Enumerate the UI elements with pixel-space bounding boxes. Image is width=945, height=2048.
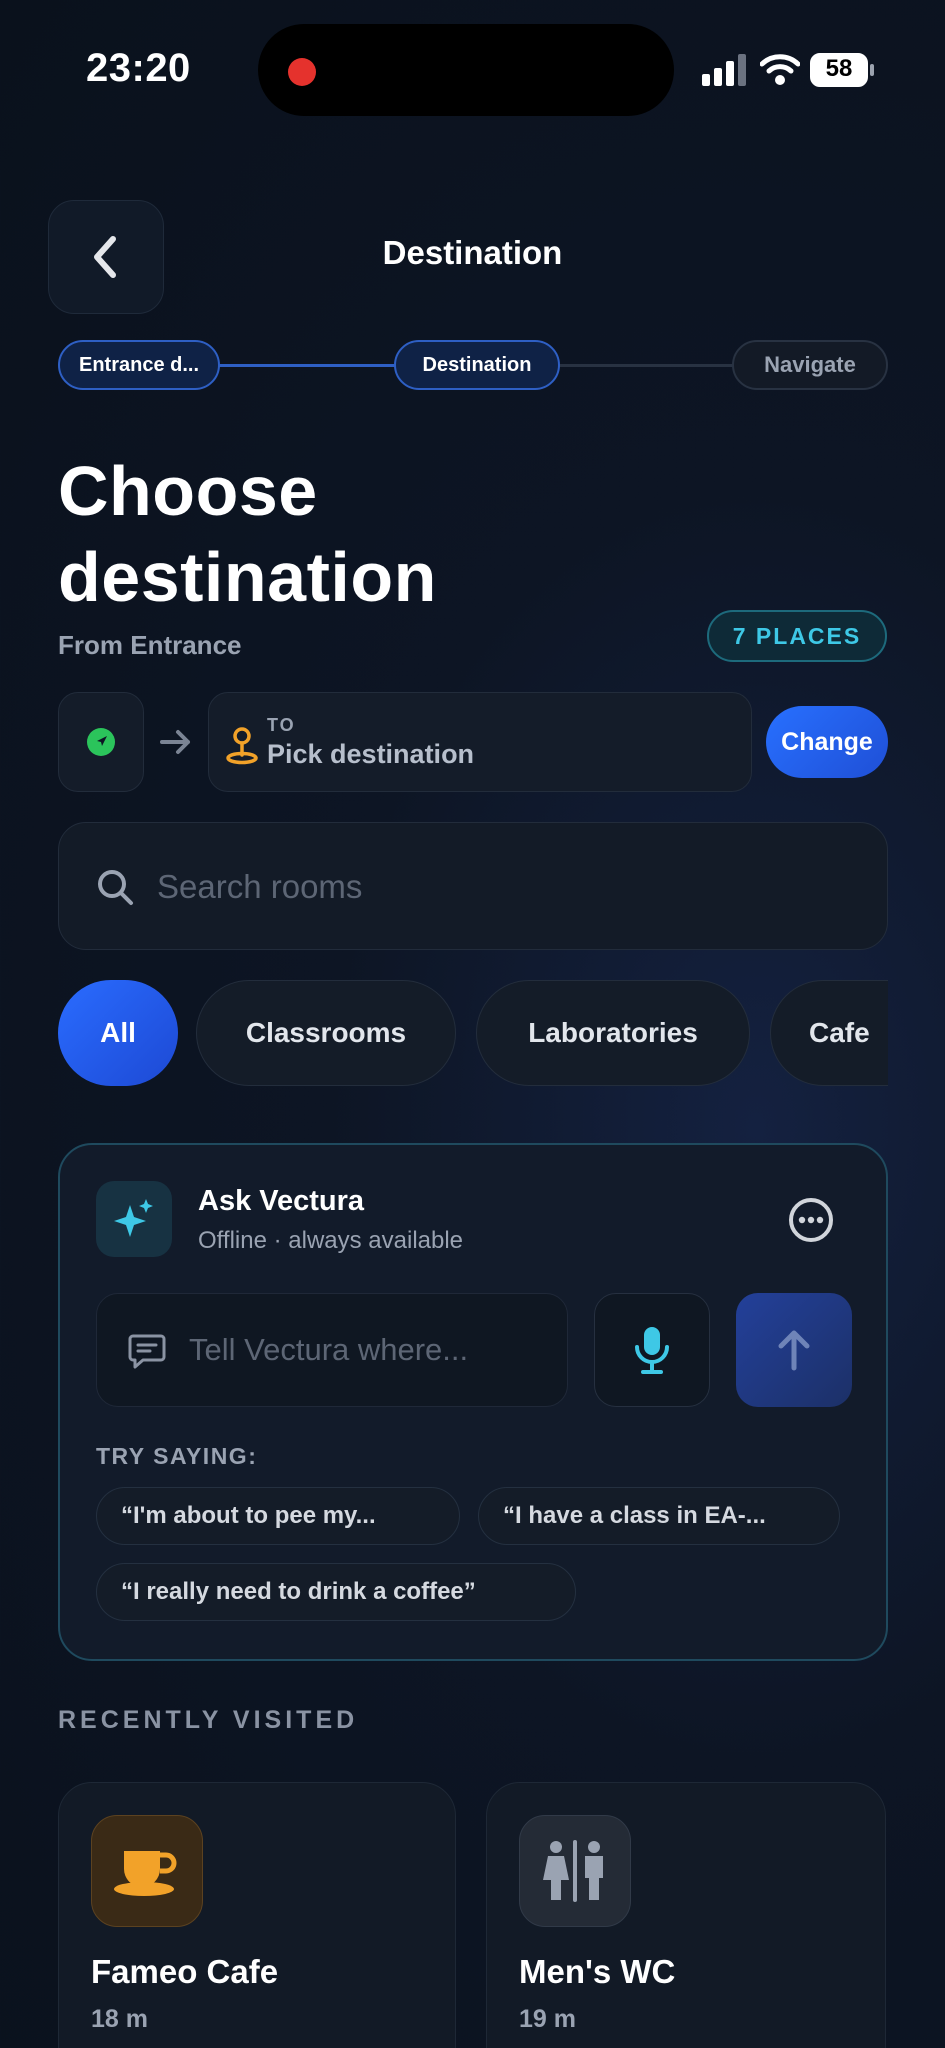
map-pin-icon	[226, 727, 258, 765]
recently-visited-label: RECENTLY VISITED	[58, 1706, 359, 1734]
to-label: TO	[267, 715, 296, 735]
recent-card-distance: 18 m	[91, 2005, 148, 2033]
search-icon	[98, 870, 133, 905]
microphone-icon	[635, 1327, 669, 1374]
step-destination[interactable]: Destination	[394, 340, 560, 390]
more-options-icon[interactable]	[788, 1197, 834, 1243]
origin-indicator[interactable]	[58, 692, 144, 792]
status-time: 23:20	[86, 46, 191, 90]
assistant-subtitle: Offline · always available	[198, 1227, 464, 1254]
battery-icon: 58	[810, 53, 876, 87]
restroom-icon	[519, 1815, 631, 1927]
page-heading: Choose destination	[58, 448, 437, 620]
page-heading-line2: destination	[58, 538, 437, 616]
page-heading-line1: Choose	[58, 452, 318, 530]
assistant-input-field[interactable]	[96, 1293, 568, 1407]
search-bar[interactable]	[58, 822, 888, 950]
suggestion-chip[interactable]: “I'm about to pee my...	[96, 1487, 460, 1545]
suggestion-chip[interactable]: “I really need to drink a coffee”	[96, 1563, 576, 1621]
step-entrance[interactable]: Entrance d...	[58, 340, 220, 390]
places-count-badge: 7 PLACES	[707, 610, 887, 662]
recent-card-mens-wc[interactable]: Men's WC 19 m	[486, 1782, 886, 2048]
recent-card-distance: 19 m	[519, 2005, 576, 2033]
coffee-cup-icon	[91, 1815, 203, 1927]
filter-chip-classrooms[interactable]: Classrooms	[196, 980, 456, 1086]
ask-vectura-card: Ask Vectura Offline · always available T…	[58, 1143, 888, 1661]
destination-value: Pick destination	[267, 739, 475, 769]
recent-card-title: Fameo Cafe	[91, 1953, 279, 1990]
origin-subtitle: From Entrance	[58, 630, 242, 660]
try-saying-label: TRY SAYING:	[96, 1443, 258, 1469]
filter-chip-cafe[interactable]: Cafe	[770, 980, 888, 1086]
change-button[interactable]: Change	[766, 706, 888, 778]
step-navigate[interactable]: Navigate	[732, 340, 888, 390]
location-arrow-icon	[87, 728, 115, 756]
dynamic-island	[258, 24, 674, 116]
battery-level: 58	[825, 55, 853, 82]
recent-card-fameo-cafe[interactable]: Fameo Cafe 18 m	[58, 1782, 456, 2048]
filter-chip-laboratories[interactable]: Laboratories	[476, 980, 750, 1086]
filter-chip-all[interactable]: All	[58, 980, 178, 1086]
assistant-avatar	[96, 1181, 172, 1257]
send-button[interactable]	[736, 1293, 852, 1407]
page-title: Destination	[382, 234, 563, 271]
assistant-title: Ask Vectura	[198, 1185, 365, 1217]
stepper-line-pending	[558, 364, 734, 367]
chat-bubble-icon	[128, 1334, 166, 1369]
search-input[interactable]	[157, 859, 837, 915]
suggestion-chip[interactable]: “I have a class in EA-...	[478, 1487, 840, 1545]
arrow-up-icon	[778, 1330, 810, 1371]
signal-icon	[702, 54, 746, 86]
sparkles-icon	[114, 1199, 153, 1237]
stepper-line-completed	[218, 364, 396, 367]
recent-card-title: Men's WC	[519, 1953, 676, 1990]
filter-chip-cafe-clip: Cafe	[770, 980, 888, 1086]
recording-dot-icon	[288, 58, 316, 86]
wifi-icon	[760, 54, 800, 85]
assistant-input[interactable]	[189, 1322, 559, 1378]
arrow-right-icon	[160, 730, 190, 754]
voice-input-button[interactable]	[594, 1293, 710, 1407]
destination-picker[interactable]: TO Pick destination	[208, 692, 752, 792]
